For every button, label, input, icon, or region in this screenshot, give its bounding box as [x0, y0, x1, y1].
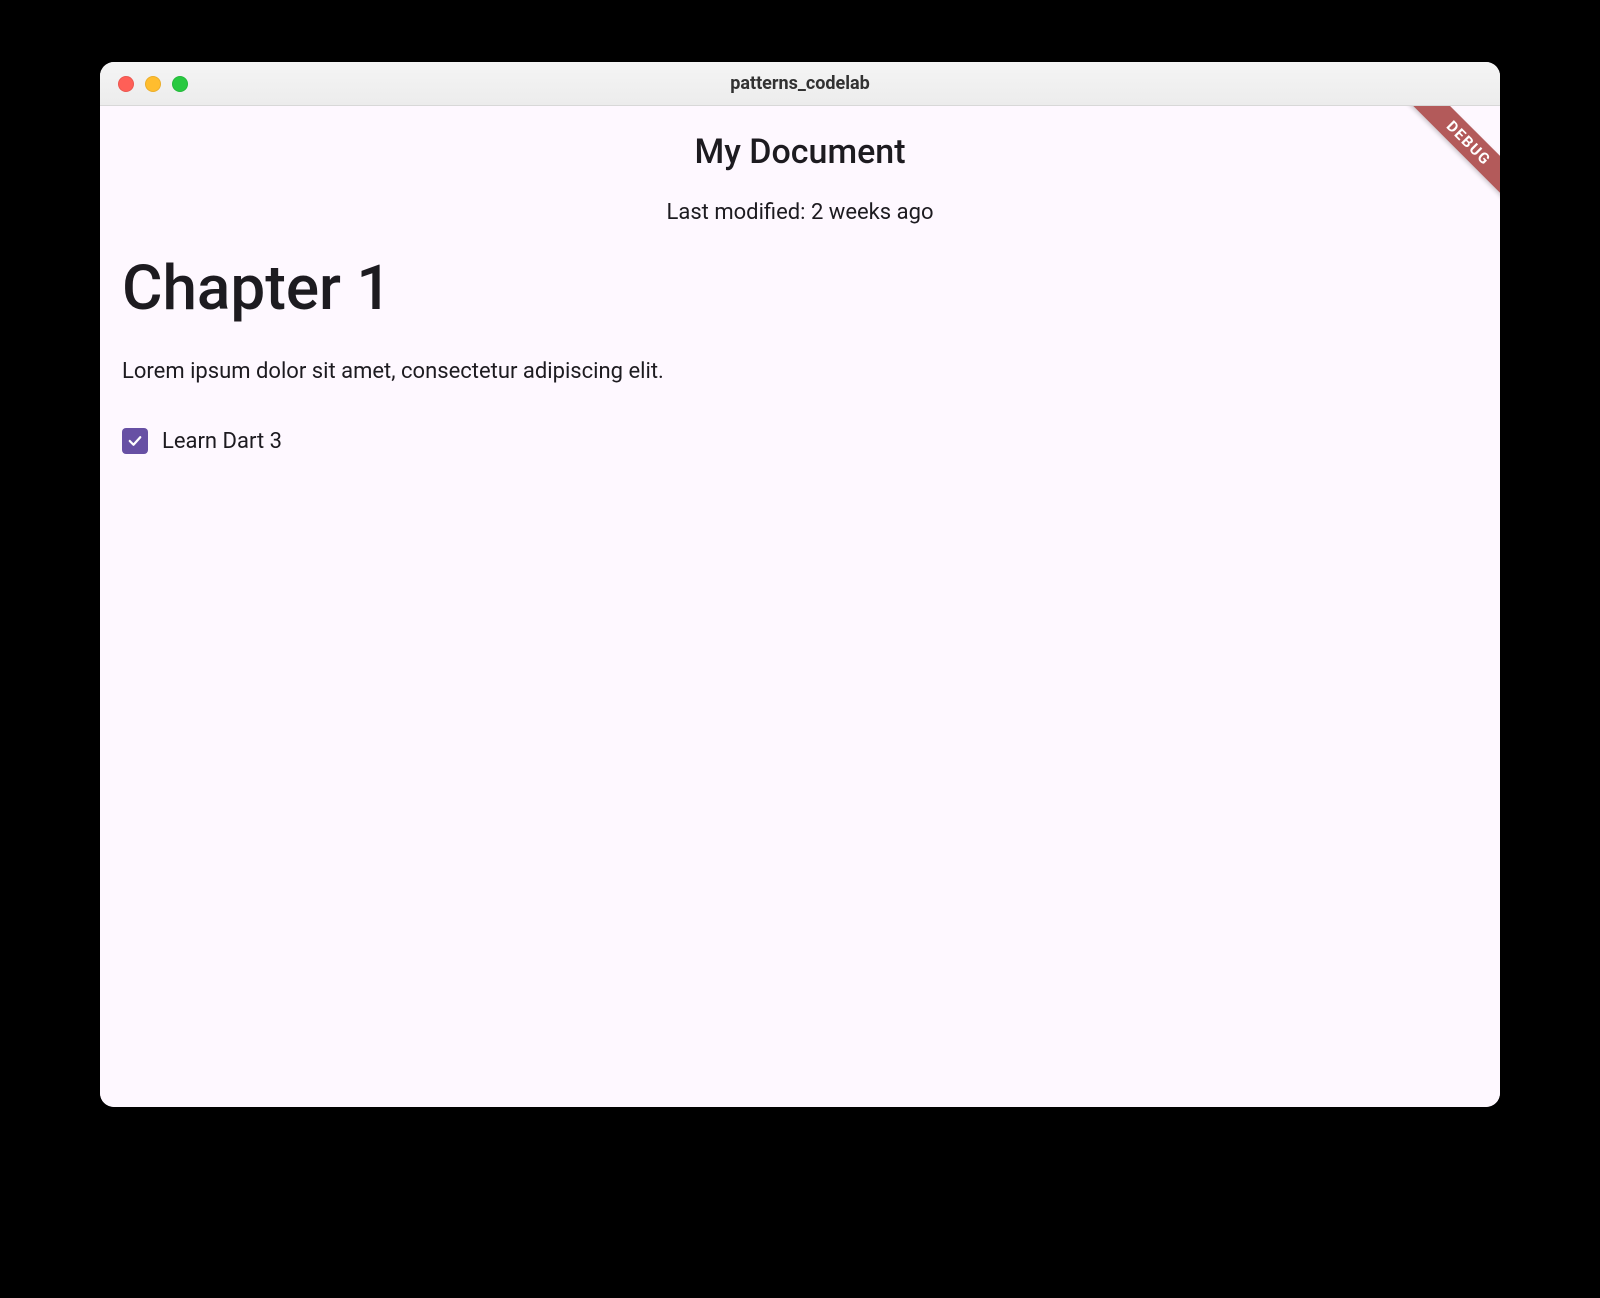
app-content: DEBUG My Document Last modified: 2 weeks…	[100, 106, 1500, 1107]
check-icon	[126, 432, 144, 450]
document-title: My Document	[100, 132, 1500, 172]
app-window: patterns_codelab DEBUG My Document Last …	[100, 62, 1500, 1107]
titlebar[interactable]: patterns_codelab	[100, 62, 1500, 106]
checkbox-item[interactable]: Learn Dart 3	[122, 428, 1478, 454]
document-subtitle: Last modified: 2 weeks ago	[100, 200, 1500, 225]
paragraph-text: Lorem ipsum dolor sit amet, consectetur …	[122, 359, 1478, 384]
zoom-window-button[interactable]	[172, 76, 188, 92]
chapter-heading: Chapter 1	[122, 255, 1478, 323]
checkbox-label: Learn Dart 3	[162, 429, 282, 454]
document-header: My Document Last modified: 2 weeks ago	[100, 106, 1500, 225]
minimize-window-button[interactable]	[145, 76, 161, 92]
checkbox-input[interactable]	[122, 428, 148, 454]
window-title: patterns_codelab	[100, 73, 1500, 94]
traffic-lights	[100, 76, 188, 92]
document-body: Chapter 1 Lorem ipsum dolor sit amet, co…	[100, 225, 1500, 454]
close-window-button[interactable]	[118, 76, 134, 92]
